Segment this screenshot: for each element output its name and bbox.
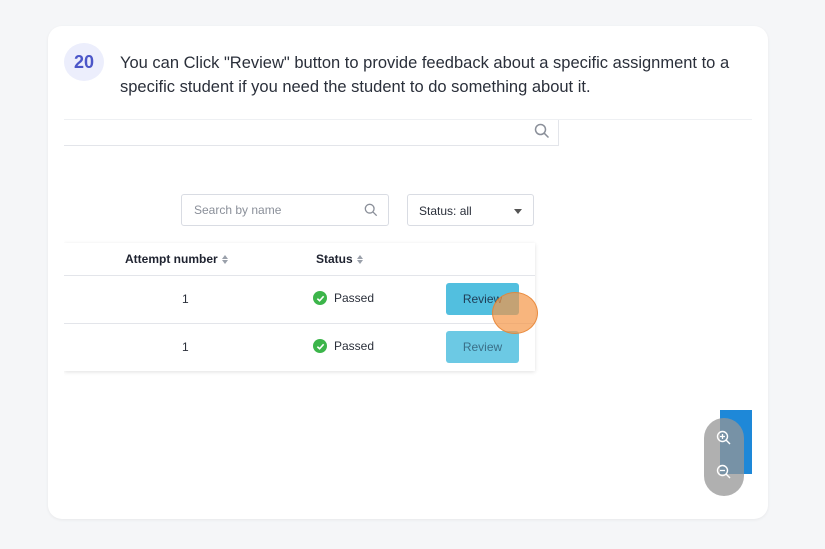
attempt-number-cell: 1 (182, 292, 189, 306)
status-filter-select[interactable]: Status: all (407, 194, 534, 226)
review-button[interactable]: Review (446, 331, 519, 363)
check-circle-icon (313, 291, 327, 305)
zoom-controls (704, 418, 744, 496)
column-header-label: Status (316, 252, 353, 266)
column-header-label: Attempt number (125, 252, 218, 266)
click-highlight-marker (492, 292, 538, 334)
attempts-table: Attempt number Status 1 Passed Review 1 (64, 243, 535, 371)
attempt-number-cell: 1 (182, 340, 189, 354)
status-label: Passed (334, 339, 375, 353)
top-search-bar[interactable] (64, 120, 559, 146)
status-label: Passed (334, 291, 375, 305)
sort-icon[interactable] (221, 254, 228, 264)
search-icon[interactable] (534, 123, 550, 144)
table-row: 1 Passed Review (64, 323, 535, 371)
step-number-badge: 20 (64, 43, 104, 81)
check-circle-icon (313, 339, 327, 353)
table-row: 1 Passed Review (64, 275, 535, 324)
sort-icon[interactable] (356, 254, 363, 264)
zoom-out-icon[interactable] (714, 462, 734, 482)
column-header-attempt[interactable]: Attempt number (125, 252, 228, 266)
zoom-in-icon[interactable] (714, 428, 734, 448)
screenshot-panel: Status: all Attempt number Status 1 Pass… (64, 119, 752, 502)
column-header-status[interactable]: Status (316, 252, 363, 266)
table-header: Attempt number Status (64, 243, 535, 276)
search-input[interactable] (192, 202, 356, 218)
search-icon[interactable] (364, 203, 378, 222)
search-by-name-field[interactable] (181, 194, 389, 226)
chevron-down-icon (514, 209, 522, 214)
status-cell: Passed (313, 339, 374, 353)
status-cell: Passed (313, 291, 374, 305)
status-filter-value: Status: all (419, 204, 472, 218)
step-instruction: You can Click "Review" button to provide… (120, 54, 730, 96)
